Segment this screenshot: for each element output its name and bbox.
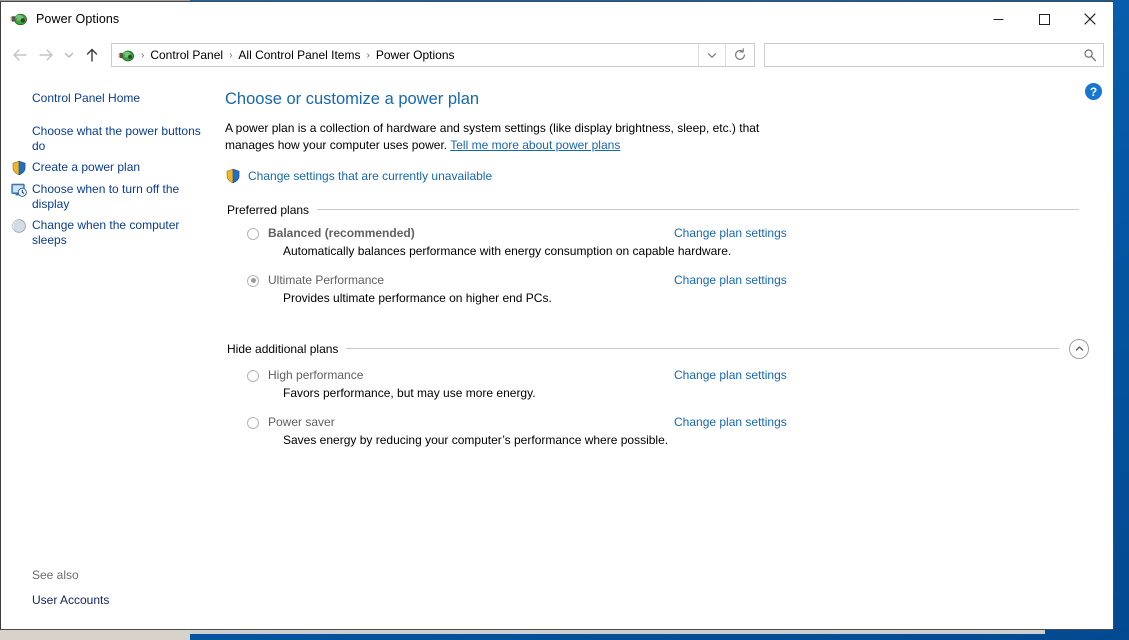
plan-description: Provides ultimate performance on higher … [283, 291, 1089, 305]
breadcrumb-item-power-options[interactable]: Power Options [371, 46, 460, 64]
search-input[interactable] [765, 45, 1077, 65]
breadcrumb: › Control Panel › All Control Panel Item… [140, 46, 698, 64]
plan-description: Saves energy by reducing your computer’s… [283, 433, 1089, 447]
forward-arrow-icon [37, 47, 55, 63]
sidebar-item-create-power-plan[interactable]: Create a power plan [1, 157, 225, 179]
plan-radio-balanced[interactable] [247, 228, 259, 240]
see-also-section: See also User Accounts [1, 568, 225, 611]
close-button[interactable] [1067, 2, 1113, 36]
page-description: A power plan is a collection of hardware… [225, 120, 810, 154]
maximize-icon [1039, 14, 1050, 25]
plan-row-power-saver: Power saver Change plan settings Saves e… [225, 415, 1089, 447]
spacer-icon [11, 91, 27, 107]
content-pane: ? Choose or customize a power plan A pow… [225, 74, 1113, 629]
sidebar: Control Panel Home Choose what the power… [1, 74, 225, 629]
window-title: Power Options [36, 12, 119, 26]
sidebar-item-label: Change when the computer sleeps [32, 218, 207, 248]
shield-icon [11, 160, 27, 176]
breadcrumb-item-control-panel[interactable]: Control Panel [145, 46, 228, 64]
change-unavailable-settings-link[interactable]: Change settings that are currently unava… [225, 168, 1089, 184]
change-plan-settings-link-high-performance[interactable]: Change plan settings [674, 368, 787, 382]
help-button[interactable]: ? [1085, 83, 1102, 100]
sidebar-item-choose-power-buttons[interactable]: Choose what the power buttons do [1, 121, 225, 157]
plan-row-ultimate-performance: Ultimate Performance Change plan setting… [225, 273, 1089, 305]
back-button[interactable] [7, 42, 33, 68]
change-plan-settings-link-ultimate-performance[interactable]: Change plan settings [674, 273, 787, 287]
change-plan-settings-link-power-saver[interactable]: Change plan settings [674, 415, 787, 429]
address-bar[interactable]: › Control Panel › All Control Panel Item… [111, 43, 755, 67]
change-unavailable-settings-label: Change settings that are currently unava… [248, 169, 492, 183]
collapse-additional-plans-button[interactable] [1069, 339, 1089, 359]
plan-name[interactable]: Ultimate Performance [268, 273, 384, 287]
breadcrumb-item-all-control-panel-items[interactable]: All Control Panel Items [233, 46, 365, 64]
group-rule [346, 348, 1059, 349]
back-arrow-icon [11, 47, 29, 63]
plan-line: Power saver Change plan settings [247, 415, 1089, 429]
refresh-button[interactable] [725, 44, 754, 66]
group-header-additional-plans: Hide additional plans [225, 339, 1089, 359]
plan-description: Favors performance, but may use more ene… [283, 386, 1089, 400]
address-dropdown-button[interactable] [698, 44, 725, 66]
plan-row-high-performance: High performance Change plan settings Fa… [225, 368, 1089, 400]
display-clock-icon [11, 182, 27, 198]
plan-name[interactable]: Balanced (recommended) [268, 226, 415, 240]
plan-description: Automatically balances performance with … [283, 244, 1089, 258]
sidebar-item-turn-off-display[interactable]: Choose when to turn off the display [1, 179, 225, 215]
sidebar-item-label: User Accounts [32, 593, 109, 608]
group-label: Preferred plans [227, 203, 317, 217]
minimize-button[interactable] [975, 2, 1021, 36]
group-header-preferred-plans: Preferred plans [225, 203, 1089, 217]
power-plan-icon [10, 10, 28, 28]
plan-radio-ultimate-performance[interactable] [247, 275, 259, 287]
plan-line: High performance Change plan settings [247, 368, 1089, 382]
plan-name[interactable]: High performance [268, 368, 363, 382]
section-gap [225, 323, 1089, 339]
plan-radio-power-saver[interactable] [247, 417, 259, 429]
sidebar-item-control-panel-home[interactable]: Control Panel Home [1, 88, 225, 110]
up-arrow-icon [83, 47, 101, 63]
title-bar: Power Options [1, 2, 1113, 36]
sidebar-item-label: Create a power plan [32, 160, 140, 175]
power-options-window: Power Options [0, 1, 1114, 630]
forward-button[interactable] [33, 42, 59, 68]
maximize-button[interactable] [1021, 2, 1067, 36]
sleep-moon-icon [11, 218, 27, 234]
search-box[interactable] [764, 43, 1104, 67]
sidebar-item-label: Control Panel Home [32, 91, 140, 106]
page-title: Choose or customize a power plan [225, 90, 1089, 110]
refresh-icon [733, 48, 747, 62]
chevron-up-icon [1074, 343, 1085, 354]
window-body: Control Panel Home Choose what the power… [1, 74, 1113, 629]
window-controls [975, 2, 1113, 36]
plan-radio-high-performance[interactable] [247, 370, 259, 382]
sidebar-item-computer-sleeps[interactable]: Change when the computer sleeps [1, 215, 225, 251]
group-rule [317, 209, 1079, 210]
chevron-down-icon [63, 49, 75, 61]
sidebar-gap [1, 110, 225, 121]
plan-line: Ultimate Performance Change plan setting… [247, 273, 1089, 287]
group-label: Hide additional plans [227, 342, 346, 356]
shield-icon [225, 168, 241, 184]
sidebar-item-label: Choose when to turn off the display [32, 182, 207, 212]
power-plan-icon [118, 47, 135, 64]
up-button[interactable] [79, 42, 105, 68]
change-plan-settings-link-balanced[interactable]: Change plan settings [674, 226, 787, 240]
plan-line: Balanced (recommended) Change plan setti… [247, 226, 1089, 240]
chevron-down-icon [706, 49, 718, 61]
minimize-icon [993, 14, 1004, 25]
plan-row-balanced: Balanced (recommended) Change plan setti… [225, 226, 1089, 258]
search-icon[interactable] [1077, 48, 1103, 62]
tell-me-more-link[interactable]: Tell me more about power plans [450, 138, 620, 152]
plan-name[interactable]: Power saver [268, 415, 335, 429]
see-also-heading: See also [1, 568, 225, 590]
navigation-bar: › Control Panel › All Control Panel Item… [1, 36, 1113, 74]
close-icon [1084, 13, 1096, 25]
recent-locations-button[interactable] [59, 42, 79, 68]
sidebar-item-label: Choose what the power buttons do [32, 124, 207, 154]
spacer-icon [11, 124, 27, 140]
sidebar-item-user-accounts[interactable]: User Accounts [1, 590, 225, 611]
